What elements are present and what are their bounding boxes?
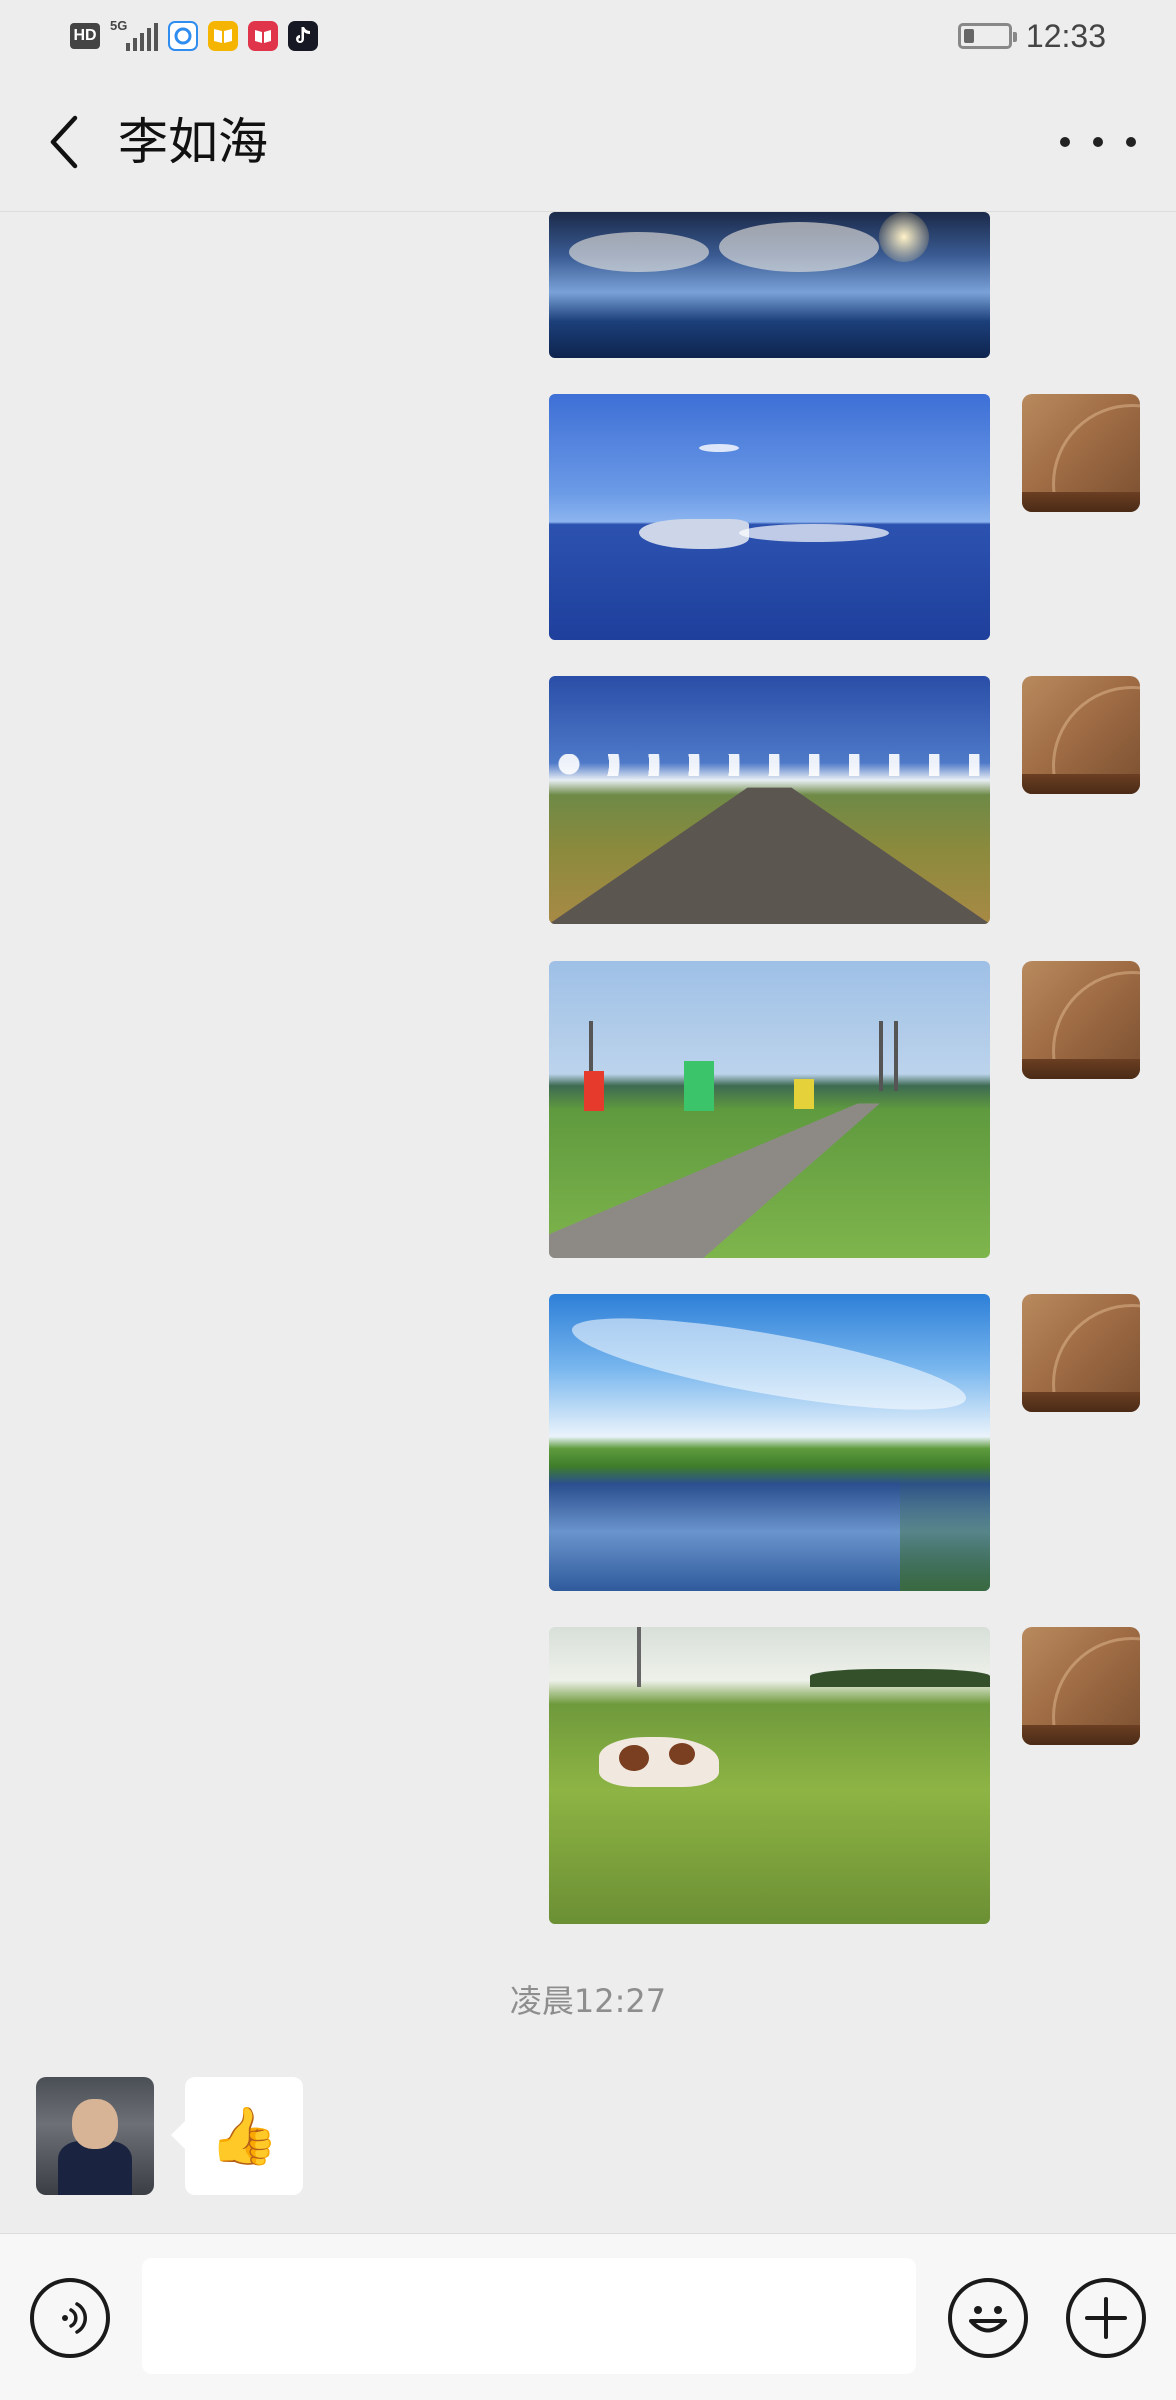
status-bar-right: 12:33 bbox=[957, 17, 1106, 55]
my-avatar[interactable] bbox=[1022, 676, 1140, 794]
signal-icon: 5G bbox=[110, 18, 158, 51]
contact-avatar[interactable] bbox=[36, 2077, 154, 2195]
my-avatar[interactable] bbox=[1022, 1294, 1140, 1412]
voice-button[interactable] bbox=[30, 2278, 110, 2358]
emoji-button[interactable] bbox=[948, 2278, 1028, 2358]
image-message-river-reflection[interactable] bbox=[549, 1294, 990, 1591]
message-input[interactable] bbox=[142, 2258, 916, 2374]
thumbs-up-icon: 👍 bbox=[209, 2104, 279, 2169]
incoming-message-bubble[interactable]: 👍 bbox=[171, 2077, 303, 2195]
battery-icon bbox=[957, 23, 1017, 49]
chat-header: 李如海 bbox=[0, 72, 1176, 212]
network-type-label: 5G bbox=[110, 18, 128, 33]
back-button[interactable] bbox=[36, 114, 92, 170]
book-app-icon bbox=[248, 21, 278, 51]
voice-icon bbox=[62, 2302, 87, 2334]
chat-title: 李如海 bbox=[118, 113, 268, 171]
image-message-lake-reflection[interactable] bbox=[549, 212, 990, 358]
image-message-speedboat[interactable] bbox=[549, 394, 990, 640]
emoji-icon bbox=[969, 2306, 1007, 2333]
status-bar: HD 5G 12:33 bbox=[0, 0, 1176, 72]
more-button[interactable] bbox=[1060, 118, 1136, 166]
hd-icon: HD bbox=[70, 23, 100, 49]
status-time: 12:33 bbox=[1025, 17, 1106, 54]
my-avatar[interactable] bbox=[1022, 961, 1140, 1079]
image-message-horses[interactable] bbox=[549, 1627, 990, 1924]
my-avatar[interactable] bbox=[1022, 1627, 1140, 1745]
plus-button[interactable] bbox=[1066, 2278, 1146, 2358]
status-bar-left: HD 5G bbox=[70, 18, 318, 51]
input-bar bbox=[0, 2233, 1176, 2400]
tiktok-app-icon bbox=[288, 21, 318, 51]
more-icon bbox=[1060, 137, 1070, 147]
my-avatar[interactable] bbox=[1022, 394, 1140, 512]
chevron-left-icon bbox=[50, 115, 78, 169]
image-message-cyclists[interactable] bbox=[549, 961, 990, 1258]
browser-app-icon bbox=[168, 21, 198, 51]
message-timestamp: 凌晨12:27 bbox=[509, 1982, 667, 2020]
plus-icon bbox=[1085, 2297, 1127, 2339]
image-message-boardwalk[interactable] bbox=[549, 676, 990, 924]
reader-app-icon bbox=[208, 21, 238, 51]
